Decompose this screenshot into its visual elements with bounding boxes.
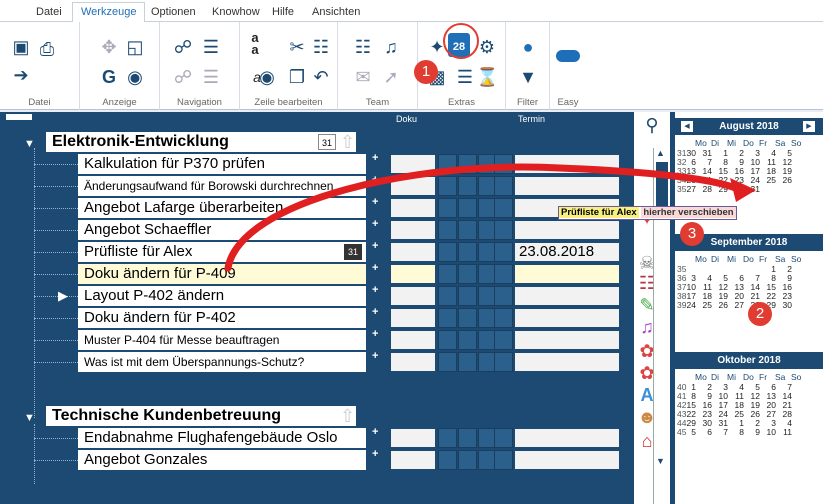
drop-tooltip: Prüfliste für Alex hierher verschieben bbox=[558, 206, 737, 220]
callout-badge-2: 2 bbox=[748, 302, 772, 326]
tooltip-action: hierher verschieben bbox=[641, 207, 736, 218]
drag-arrow-head bbox=[730, 178, 756, 202]
callout-badge-1: 1 bbox=[414, 60, 438, 84]
callout-badge-3: 3 bbox=[680, 222, 704, 246]
tooltip-task: Prüfliste für Alex bbox=[559, 207, 639, 218]
drag-arrow bbox=[224, 163, 756, 272]
